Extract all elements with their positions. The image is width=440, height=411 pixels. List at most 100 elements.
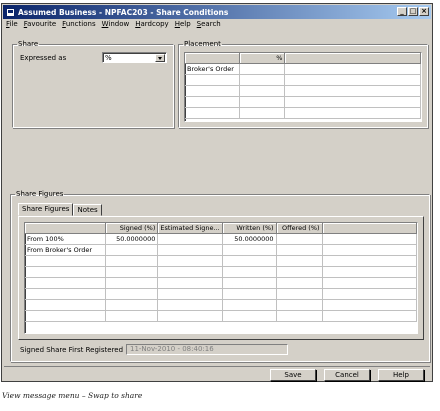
estimated-signed-cell[interactable] [157, 233, 223, 245]
table-row[interactable]: Broker's Order [185, 63, 421, 75]
table-row[interactable] [25, 288, 417, 300]
share-group-legend: Share [18, 40, 39, 48]
menu-hardcopy[interactable]: Hardcopy [135, 20, 168, 31]
estimated-signed-cell[interactable] [157, 310, 223, 322]
placement-cell[interactable] [239, 63, 286, 75]
table-row[interactable] [25, 299, 417, 311]
filler-cell [322, 255, 417, 267]
placement-cell [284, 107, 421, 119]
signed-cell[interactable] [105, 288, 159, 300]
cancel-button-label: Cancel [335, 371, 359, 379]
menu-functions[interactable]: Functions [62, 20, 95, 31]
written-cell[interactable] [222, 310, 277, 322]
tab-notes[interactable]: Notes [73, 204, 102, 216]
signed-cell[interactable] [105, 310, 159, 322]
table-row[interactable] [185, 74, 421, 86]
placement-cell[interactable] [239, 107, 286, 119]
menu-window[interactable]: Window [102, 20, 130, 31]
header-offered[interactable]: Offered (%) [276, 223, 323, 234]
maximize-button[interactable]: □ [408, 7, 418, 16]
placement-header-percent[interactable]: % [239, 53, 286, 64]
estimated-signed-cell[interactable] [157, 277, 223, 289]
estimated-signed-cell[interactable] [157, 299, 223, 311]
header-written[interactable]: Written (%) [222, 223, 277, 234]
close-button[interactable]: × [419, 7, 429, 16]
signed-cell[interactable] [105, 277, 159, 289]
header-estimated-signed[interactable]: Estimated Signe... [157, 223, 223, 234]
signed-cell[interactable] [105, 266, 159, 278]
table-row[interactable] [185, 107, 421, 119]
table-row[interactable] [185, 85, 421, 97]
filler-cell [322, 288, 417, 300]
table-row[interactable] [25, 255, 417, 267]
help-button[interactable]: Help [378, 369, 424, 381]
offered-cell[interactable] [276, 299, 323, 311]
expressed-as-value: % [105, 54, 112, 62]
offered-cell[interactable] [276, 233, 323, 245]
signed-cell[interactable] [105, 255, 159, 267]
share-figures-group-legend: Share Figures [16, 190, 64, 198]
row-label [25, 310, 107, 322]
menu-help[interactable]: Help [175, 20, 191, 31]
written-cell[interactable] [222, 255, 277, 267]
placement-grid[interactable]: % Broker's Order [184, 52, 422, 122]
figure-caption: View message menu – Swap to share [2, 391, 143, 400]
offered-cell[interactable] [276, 288, 323, 300]
written-cell[interactable] [222, 277, 277, 289]
filler-cell [322, 266, 417, 278]
signed-cell[interactable] [105, 244, 159, 256]
row-label: From Broker's Order [25, 244, 107, 256]
header-signed[interactable]: Signed (%) [105, 223, 159, 234]
offered-cell[interactable] [276, 277, 323, 289]
offered-cell[interactable] [276, 255, 323, 267]
menu-file[interactable]: File [6, 20, 18, 31]
filler-cell [322, 277, 417, 289]
filler-cell [322, 310, 417, 322]
placement-cell[interactable] [239, 74, 286, 86]
table-row[interactable] [25, 266, 417, 278]
written-cell[interactable] [222, 266, 277, 278]
signed-cell[interactable] [105, 299, 159, 311]
placement-cell[interactable] [239, 96, 286, 108]
menu-search[interactable]: Search [197, 20, 221, 31]
placement-cell [185, 85, 241, 97]
filler-cell [322, 299, 417, 311]
header-filler [322, 223, 417, 234]
header-blank [25, 223, 107, 234]
estimated-signed-cell[interactable] [157, 244, 223, 256]
placement-cell [284, 96, 421, 108]
placement-cell [284, 74, 421, 86]
offered-cell[interactable] [276, 244, 323, 256]
signed-first-registered-field: 11-Nov-2010 - 08:40:16 [126, 344, 288, 355]
signed-cell[interactable]: 50.0000000 [105, 233, 159, 245]
expressed-as-select[interactable]: % [102, 52, 167, 63]
share-figures-grid[interactable]: Signed (%) Estimated Signe... Written (%… [24, 222, 418, 334]
placement-cell[interactable] [239, 85, 286, 97]
estimated-signed-cell[interactable] [157, 288, 223, 300]
placement-cell: Broker's Order [185, 63, 241, 75]
offered-cell[interactable] [276, 266, 323, 278]
cancel-button[interactable]: Cancel [324, 369, 370, 381]
offered-cell[interactable] [276, 310, 323, 322]
table-row[interactable]: From Broker's Order [25, 244, 417, 256]
tab-share-figures[interactable]: Share Figures [18, 203, 74, 216]
estimated-signed-cell[interactable] [157, 266, 223, 278]
written-cell[interactable] [222, 288, 277, 300]
row-label [25, 288, 107, 300]
estimated-signed-cell[interactable] [157, 255, 223, 267]
table-row[interactable] [25, 310, 417, 322]
chevron-down-icon[interactable] [155, 54, 165, 62]
table-row[interactable] [25, 277, 417, 289]
title-bar: Assumed Business - NPFAC203 - Share Cond… [3, 5, 431, 19]
written-cell[interactable] [222, 299, 277, 311]
save-button[interactable]: Save [270, 369, 316, 381]
expressed-as-label: Expressed as [20, 54, 67, 62]
written-cell[interactable] [222, 244, 277, 256]
placement-header-row: % [185, 53, 421, 64]
minimize-button[interactable]: _ [397, 7, 407, 16]
written-cell[interactable]: 50.0000000 [222, 233, 277, 245]
row-label [25, 299, 107, 311]
table-row[interactable]: From 100% 50.0000000 50.0000000 [25, 233, 417, 245]
menu-favourite[interactable]: Favourite [24, 20, 56, 31]
table-row[interactable] [185, 96, 421, 108]
